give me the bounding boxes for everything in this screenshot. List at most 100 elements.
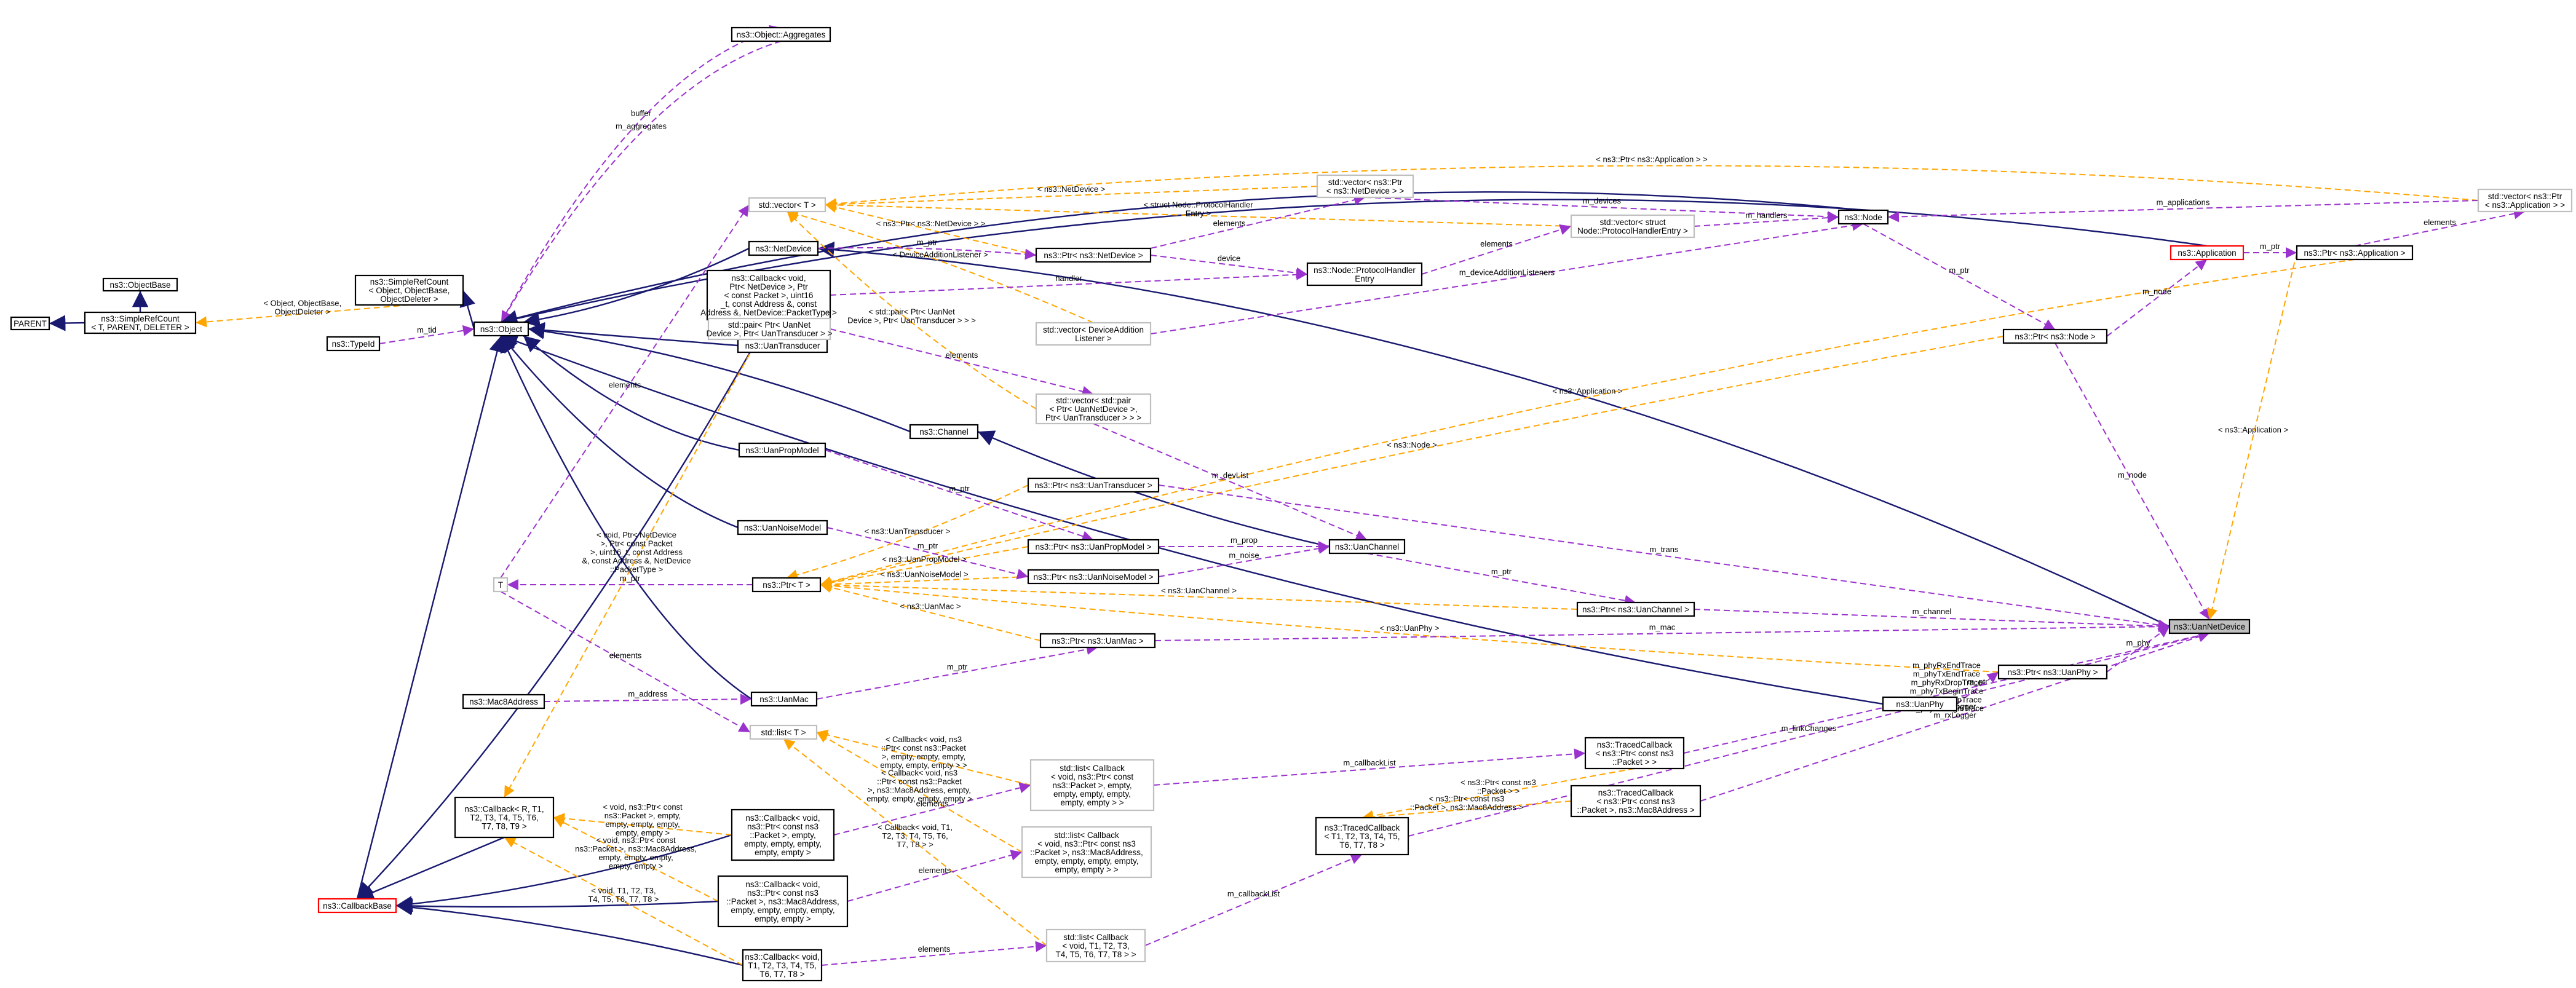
node-label: ns3::Callback< void, xyxy=(745,880,820,889)
node-label: Listener > xyxy=(1075,334,1112,343)
edge-label: m_callbackList xyxy=(1227,889,1280,898)
node-typeid[interactable]: ns3::TypeId xyxy=(326,336,381,352)
edge-label: m_devList xyxy=(1212,471,1249,480)
node-ptr-uanchannel[interactable]: ns3::Ptr< ns3::UanChannel > xyxy=(1576,601,1695,617)
collaboration-diagram: < Object, ObjectBase, ObjectDeleter > m_ti… xyxy=(10,25,2573,982)
node-ptr-t[interactable]: ns3::Ptr< T > xyxy=(751,577,822,593)
node-srcount-t[interactable]: ns3::SimpleRefCount< T, PARENT, DELETER … xyxy=(84,311,197,334)
node-t[interactable]: T xyxy=(493,577,509,593)
node-uanmac[interactable]: ns3::UanMac xyxy=(750,691,818,707)
node-cb-void-pkt[interactable]: ns3::Callback< void,ns3::Ptr< const ns3:… xyxy=(731,808,835,861)
node-callbackbase[interactable]: ns3::CallbackBase xyxy=(317,898,397,914)
node-srcount-obj[interactable]: ns3::SimpleRefCount< Object, ObjectBase,… xyxy=(354,274,464,306)
edge-inh xyxy=(357,319,770,899)
node-vec-handler[interactable]: std::vector< structNode::ProtocolHandler… xyxy=(1570,214,1695,239)
node-label: ns3::Packet >, empty, xyxy=(1052,781,1131,790)
node-pair-dev[interactable]: std::pair< Ptr< UanNetDevice >, Ptr< Uan… xyxy=(706,317,833,341)
edge-label: m_deviceAdditionListeners xyxy=(1459,268,1555,277)
node-label: ns3::Callback< void, xyxy=(731,274,806,283)
node-node[interactable]: ns3::Node xyxy=(1837,209,1889,225)
edge-label: m_node xyxy=(2118,470,2147,480)
node-label: ns3::NetDevice xyxy=(755,244,812,253)
edge-label: m_mac xyxy=(1649,623,1676,632)
node-ptr-noise[interactable]: ns3::Ptr< ns3::UanNoiseModel > xyxy=(1027,569,1160,585)
node-list-cb-t[interactable]: std::list< Callback< void, T1, T2, T3,T4… xyxy=(1045,928,1146,963)
node-objectbase[interactable]: ns3::ObjectBase xyxy=(102,277,178,292)
node-cb-rx[interactable]: ns3::Callback< void,Ptr< NetDevice >, Pt… xyxy=(700,269,837,321)
node-list-cb-mac[interactable]: std::list< Callback< void, ns3::Ptr< con… xyxy=(1021,826,1152,879)
node-ptr-uanphy[interactable]: ns3::Ptr< ns3::UanPhy > xyxy=(1997,664,2108,680)
edge-label: < void, ns3::Ptr< const ns3::Packet >, em… xyxy=(603,802,683,837)
node-ptr-node[interactable]: ns3::Ptr< ns3::Node > xyxy=(2002,328,2108,344)
edge-label: < ns3::Ptr< ns3::Application > > xyxy=(1596,155,1707,164)
node-label: ns3::UanTransducer xyxy=(745,341,820,350)
node-ptr-prop[interactable]: ns3::Ptr< ns3::UanPropModel > xyxy=(1027,539,1160,555)
edge-tpl xyxy=(820,582,1041,641)
node-uanphy[interactable]: ns3::UanPhy xyxy=(1882,696,1958,712)
node-uanchannel-cls[interactable]: ns3::Channel xyxy=(909,424,979,440)
node-uanprop[interactable]: ns3::UanPropModel xyxy=(738,442,826,458)
edge-label: elements xyxy=(609,651,642,660)
edge-tpl xyxy=(2206,252,2297,620)
node-label: < Ptr< UanNetDevice >, xyxy=(1050,405,1138,414)
node-traced-t[interactable]: ns3::TracedCallback< T1, T2, T3, T4, T5,… xyxy=(1315,816,1409,856)
node-ptr-netdev[interactable]: ns3::Ptr< ns3::NetDevice > xyxy=(1035,247,1152,263)
node-label: ns3::Callback< void, xyxy=(745,952,819,962)
edge-label: m_tid xyxy=(417,325,437,334)
node-layer: PARENTns3::ObjectBasens3::SimpleRefCount… xyxy=(10,26,2573,982)
node-application[interactable]: ns3::Application xyxy=(2170,245,2245,261)
node-label: std::list< Callback xyxy=(1063,933,1128,942)
node-handler-entry[interactable]: ns3::Node::ProtocolHandlerEntry xyxy=(1306,262,1423,287)
node-vec-pair[interactable]: std::vector< std::pair< Ptr< UanNetDevic… xyxy=(1035,393,1152,425)
edge-label: elements xyxy=(609,381,641,390)
node-list-t[interactable]: std::list< T > xyxy=(749,724,818,740)
edge-label: m_ptr xyxy=(949,484,970,493)
node-uannetdevice[interactable]: ns3::UanNetDevice xyxy=(2168,618,2251,634)
edge-label: < ns3::Application > xyxy=(1552,387,1622,396)
node-uanchannel[interactable]: ns3::UanChannel xyxy=(1328,539,1406,555)
node-macaddr[interactable]: ns3::Mac8Address xyxy=(462,694,545,709)
node-label: empty, empty > > xyxy=(1060,798,1124,807)
edge-label: m_handlers xyxy=(1746,211,1788,220)
node-cb-void-t[interactable]: ns3::Callback< void,T1, T2, T3, T4, T5,T… xyxy=(742,949,823,982)
node-label: ns3::UanNoiseModel xyxy=(744,523,821,532)
node-uantransducer[interactable]: ns3::UanTransducer xyxy=(737,338,828,354)
node-label: empty, empty > > xyxy=(1055,865,1118,874)
node-cb-r[interactable]: ns3::Callback< R, T1,T2, T3, T4, T5, T6,… xyxy=(454,796,555,839)
node-label: std::vector< T > xyxy=(758,200,815,210)
node-ptr-app[interactable]: ns3::Ptr< ns3::Application > xyxy=(2296,245,2414,261)
node-traced-pkt-mac[interactable]: ns3::TracedCallback< ns3::Ptr< const ns3… xyxy=(1570,784,1702,818)
edge-label: m_ptr xyxy=(2260,242,2281,251)
node-label: PARENT xyxy=(14,319,47,328)
node-traced-pkt[interactable]: ns3::TracedCallback< ns3::Ptr< const ns3… xyxy=(1584,737,1685,770)
edge-label: < ns3::UanNoiseModel > xyxy=(880,570,968,579)
node-label: ns3::UanPropModel xyxy=(745,446,818,455)
node-label: ns3::SimpleRefCount xyxy=(370,277,449,287)
node-vector-t[interactable]: std::vector< T > xyxy=(748,197,826,213)
node-netdevice[interactable]: ns3::NetDevice xyxy=(748,240,819,256)
node-vec-ptr-app[interactable]: std::vector< ns3::Ptr< ns3::Application … xyxy=(2477,188,2573,213)
node-ptr-uanmac[interactable]: ns3::Ptr< ns3::UanMac > xyxy=(1039,633,1156,649)
edge-label: < void, Ptr< NetDevice >, Ptr< const Pack… xyxy=(582,531,691,574)
edge-label: elements xyxy=(918,944,951,954)
node-label: ns3::UanChannel xyxy=(1335,542,1399,551)
node-parent[interactable]: PARENT xyxy=(10,316,50,331)
node-vec-ptr-netdev[interactable]: std::vector< ns3::Ptr< ns3::NetDevice > … xyxy=(1316,174,1414,199)
node-ptr-transducer[interactable]: ns3::Ptr< ns3::UanTransducer > xyxy=(1027,477,1160,493)
node-list-cb-pkt[interactable]: std::list< Callback< void, ns3::Ptr< con… xyxy=(1029,759,1155,812)
node-label: Address &, NetDevice::PacketType > xyxy=(700,308,837,317)
edge-label: < struct Node::ProtocolHandler Entry > xyxy=(1143,200,1253,218)
node-label: std::list< Callback xyxy=(1054,831,1119,840)
edge-use xyxy=(1408,630,2210,837)
node-cb-void-mac[interactable]: ns3::Callback< void,ns3::Ptr< const ns3:… xyxy=(717,875,849,928)
node-label: Node::ProtocolHandlerEntry > xyxy=(1577,226,1688,235)
node-uannoise[interactable]: ns3::UanNoiseModel xyxy=(737,520,828,535)
edge-label: elements xyxy=(916,799,949,808)
node-object[interactable]: ns3::Object xyxy=(473,321,529,337)
edge-use xyxy=(1863,223,2056,330)
edge-inh xyxy=(501,191,1864,326)
node-label: std::vector< DeviceAddition xyxy=(1043,325,1144,334)
node-aggregates[interactable]: ns3::Object::Aggregates xyxy=(731,26,831,42)
node-vec-listener[interactable]: std::vector< DeviceAdditionListener > xyxy=(1035,322,1152,346)
edge-label: m_ptr xyxy=(620,574,641,583)
